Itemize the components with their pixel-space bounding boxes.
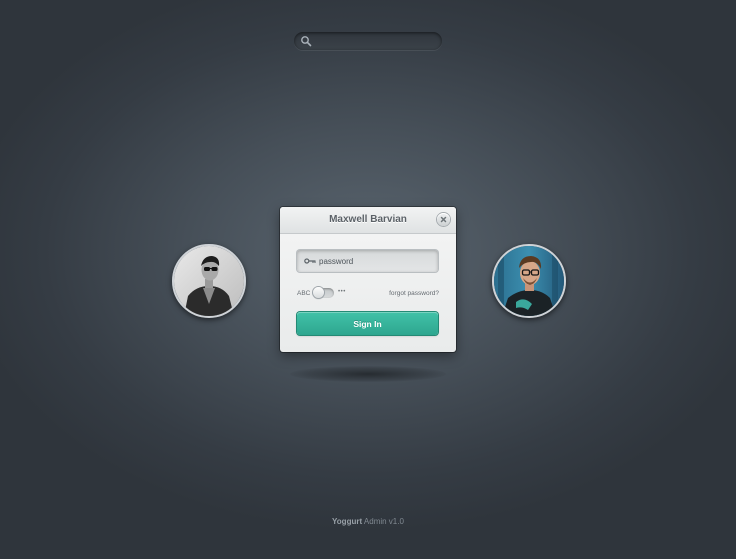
- search-input[interactable]: [314, 32, 434, 50]
- close-button[interactable]: [437, 213, 450, 226]
- close-icon: [440, 216, 447, 223]
- footer-brand: Yoggurt: [332, 517, 363, 526]
- footer: Yoggurt Admin v1.0: [0, 517, 736, 526]
- search-icon: [301, 36, 312, 47]
- password-input[interactable]: [319, 250, 433, 272]
- avatar-user-left[interactable]: [172, 244, 246, 318]
- abc-label: ABC: [297, 290, 311, 297]
- dialog-title: Maxwell Barvian: [329, 214, 407, 225]
- user-photo-right: [494, 246, 564, 316]
- avatar-user-right[interactable]: [492, 244, 566, 318]
- footer-version: Admin v1.0: [363, 517, 404, 526]
- forgot-password-link[interactable]: forgot password?: [389, 290, 439, 297]
- toggle-knob[interactable]: [313, 287, 324, 298]
- masked-dots-label: •••: [338, 289, 346, 295]
- sign-in-button[interactable]: Sign In: [297, 312, 438, 335]
- key-icon: [304, 258, 316, 264]
- password-field[interactable]: [297, 250, 438, 272]
- show-password-toggle[interactable]: [313, 287, 334, 298]
- search-bar[interactable]: [294, 32, 442, 50]
- dialog-shadow: [290, 366, 446, 382]
- dialog-header: Maxwell Barvian: [280, 207, 456, 234]
- login-dialog: Maxwell Barvian ABC ••• forgot password?…: [280, 207, 456, 352]
- user-photo-left: [174, 246, 244, 316]
